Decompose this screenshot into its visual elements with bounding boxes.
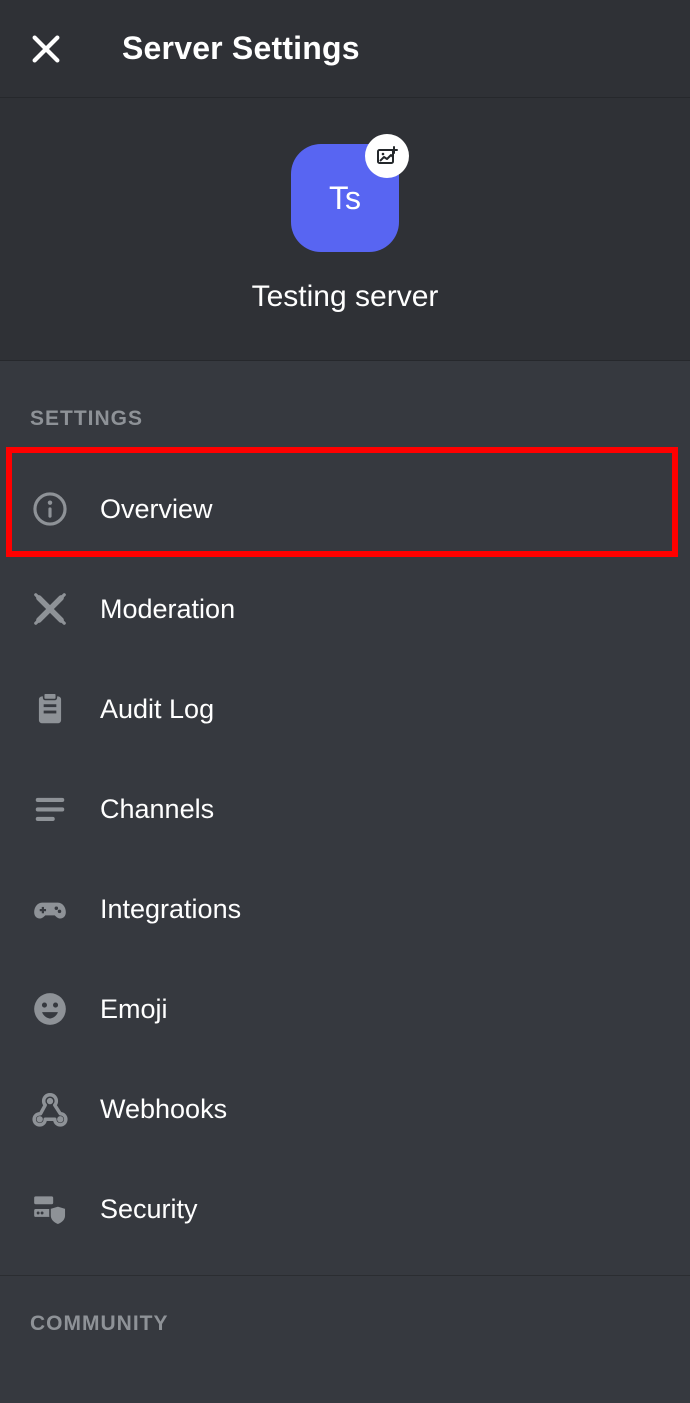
settings-list: SETTINGS Overview Moderation Audit Log C… [0,361,690,1403]
menu-label: Integrations [100,894,241,925]
menu-label: Overview [100,494,213,525]
menu-item-channels[interactable]: Channels [0,759,690,859]
header-bar: Server Settings [0,0,690,98]
menu-label: Emoji [100,994,168,1025]
server-initials: Ts [329,180,361,217]
moderation-icon [30,589,70,629]
clipboard-icon [30,689,70,729]
menu-label: Audit Log [100,694,214,725]
menu-item-security[interactable]: Security [0,1159,690,1259]
server-name-label: Testing server [252,280,439,314]
menu-item-integrations[interactable]: Integrations [0,859,690,959]
menu-item-moderation[interactable]: Moderation [0,559,690,659]
controller-icon [30,889,70,929]
section-header-settings: SETTINGS [0,407,690,431]
channels-icon [30,789,70,829]
menu-label: Moderation [100,594,235,625]
menu-item-overview[interactable]: Overview [0,459,690,559]
emoji-icon [30,989,70,1029]
server-icon-button[interactable]: Ts [291,144,399,252]
info-icon [30,489,70,529]
upload-image-badge[interactable] [365,134,409,178]
security-icon [30,1189,70,1229]
menu-item-emoji[interactable]: Emoji [0,959,690,1059]
menu-item-audit-log[interactable]: Audit Log [0,659,690,759]
menu-item-webhooks[interactable]: Webhooks [0,1059,690,1159]
webhook-icon [30,1089,70,1129]
menu-label: Security [100,1194,198,1225]
section-header-community: COMMUNITY [0,1312,690,1336]
close-icon [29,32,63,66]
server-summary: Ts Testing server [0,98,690,361]
menu-label: Channels [100,794,214,825]
section-divider [0,1275,690,1276]
page-title: Server Settings [122,30,360,67]
image-upload-icon [375,144,399,168]
close-button[interactable] [26,29,66,69]
menu-label: Webhooks [100,1094,227,1125]
